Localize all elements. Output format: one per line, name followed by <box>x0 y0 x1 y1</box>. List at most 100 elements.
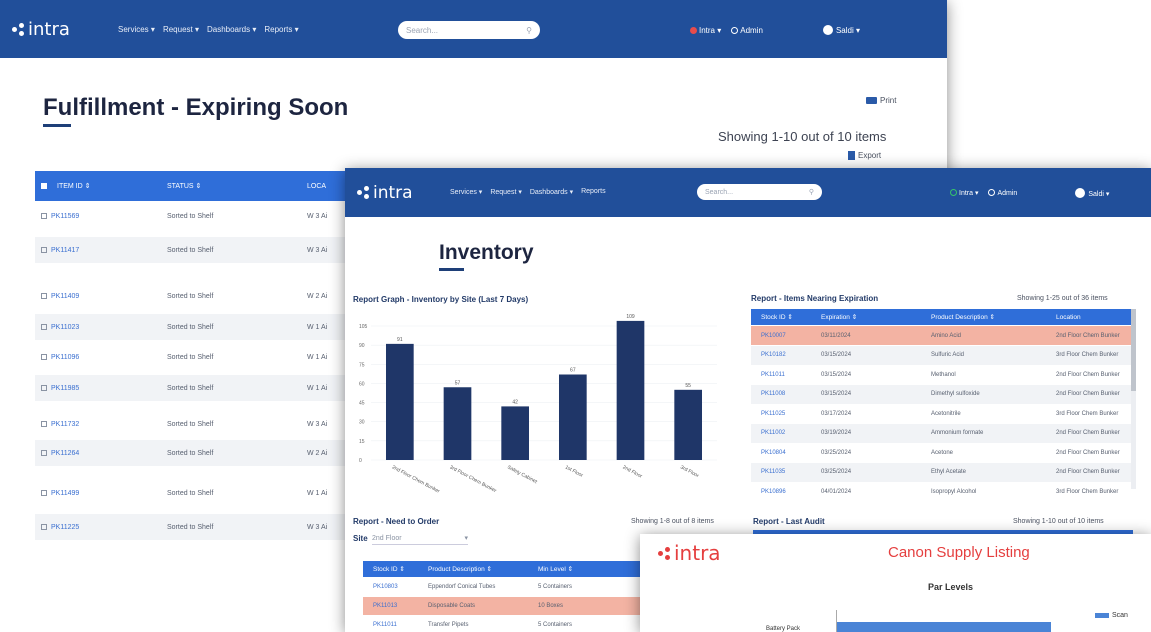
item-id-link[interactable]: PK11023 <box>51 324 167 331</box>
stock-id-link[interactable]: PK11011 <box>761 372 821 378</box>
row-checkbox[interactable] <box>41 450 47 456</box>
expiration-title: Report - Items Nearing Expiration <box>751 294 879 303</box>
chart-bar[interactable] <box>674 389 703 460</box>
table-row[interactable]: PK10182 03/15/2024 Sulfuric Acid 3rd Floor … <box>751 345 1131 365</box>
row-checkbox[interactable] <box>41 247 47 253</box>
stock-id-link[interactable]: PK11025 <box>761 411 821 417</box>
column-header-product[interactable]: Product Description ⇕ <box>428 565 538 573</box>
brand-logo[interactable]: intra <box>12 0 70 58</box>
admin-link[interactable]: Admin <box>731 26 763 35</box>
chart-bar[interactable] <box>443 387 472 460</box>
row-checkbox[interactable] <box>41 524 47 530</box>
table-row[interactable]: PK11732 Sorted to Shelf W 3 Ai <box>35 411 365 437</box>
item-id-link[interactable]: PK11569 <box>51 213 167 220</box>
table-row[interactable]: PK11985 Sorted to Shelf W 1 Ai <box>35 375 365 401</box>
search-icon[interactable]: ⚲ <box>809 188 814 196</box>
column-header-product[interactable]: Product Description ⇕ <box>931 313 1056 321</box>
stock-id-link[interactable]: PK10804 <box>761 450 821 456</box>
column-header-item-id[interactable]: ITEM ID ⇕ <box>57 182 167 190</box>
item-id-link[interactable]: PK11732 <box>51 421 167 428</box>
column-header-expiration[interactable]: Expiration ⇕ <box>821 313 931 321</box>
item-id-link[interactable]: PK11096 <box>51 354 167 361</box>
item-id-link[interactable]: PK11225 <box>51 524 167 531</box>
stock-id-link[interactable]: PK11008 <box>761 391 821 397</box>
chart-bar[interactable] <box>501 406 530 460</box>
table-row[interactable]: PK11409 Sorted to Shelf W 2 Ai <box>35 283 365 309</box>
intra-menu[interactable]: Intra ▾ <box>950 189 978 197</box>
table-row[interactable]: PK11225 Sorted to Shelf W 3 Ai <box>35 514 365 540</box>
row-checkbox[interactable] <box>41 324 47 330</box>
search-icon[interactable]: ⚲ <box>526 26 532 35</box>
table-row[interactable]: PK11499 Sorted to Shelf W 1 Ai <box>35 480 365 506</box>
item-id-link[interactable]: PK11499 <box>51 490 167 497</box>
item-id-link[interactable]: PK11417 <box>51 247 167 254</box>
nav-dashboards[interactable]: Dashboards ▾ <box>530 188 573 196</box>
table-row[interactable]: PK10007 03/11/2024 Amino Acid 2nd Floor Che… <box>751 326 1131 345</box>
stock-id-link[interactable]: PK11011 <box>373 622 428 628</box>
site-select[interactable]: 2nd Floor ▾ <box>372 532 468 545</box>
product-cell: Sulfuric Acid <box>931 352 965 358</box>
user-menu[interactable]: Saldi ▾ <box>822 25 860 35</box>
table-row[interactable]: PK11013 Disposable Coats 10 Boxes <box>363 597 649 615</box>
table-row[interactable]: PK10803 Eppendorf Conical Tubes 5 Containe… <box>363 578 649 596</box>
nav-request[interactable]: Request ▾ <box>163 25 199 34</box>
select-all-checkbox[interactable] <box>41 183 47 189</box>
admin-link[interactable]: Admin <box>988 189 1017 197</box>
row-checkbox[interactable] <box>41 354 47 360</box>
nav-dashboards[interactable]: Dashboards ▾ <box>207 25 256 34</box>
table-row[interactable]: PK11002 03/19/2024 Ammonium formate 2nd Flo… <box>751 423 1131 443</box>
nav-services[interactable]: Services ▾ <box>118 25 155 34</box>
item-id-link[interactable]: PK11985 <box>51 385 167 392</box>
print-button[interactable]: Print <box>866 96 896 105</box>
nav-services[interactable]: Services ▾ <box>450 188 482 196</box>
row-checkbox[interactable] <box>41 385 47 391</box>
status-cell: Sorted to Shelf <box>167 353 214 361</box>
table-row[interactable]: PK11025 03/17/2024 Acetonitrile 3rd Floor C… <box>751 404 1131 423</box>
search-input[interactable]: Search... ⚲ <box>398 21 540 39</box>
user-menu[interactable]: Saldi ▾ <box>1075 188 1109 198</box>
table-row[interactable]: PK11569 Sorted to Shelf W 3 Ai <box>35 203 365 229</box>
chart-bar[interactable] <box>385 343 414 460</box>
table-row[interactable]: PK10804 03/25/2024 Acetone 2nd Floor Chem B… <box>751 443 1131 462</box>
column-header-status[interactable]: STATUS ⇕ <box>167 182 307 190</box>
export-button[interactable]: Export <box>848 151 881 160</box>
product-cell: Methanol <box>931 371 956 378</box>
stock-id-link[interactable]: PK10182 <box>761 352 821 358</box>
table-row[interactable]: PK11417 Sorted to Shelf W 3 Ai <box>35 237 365 263</box>
item-id-link[interactable]: PK11264 <box>51 450 167 457</box>
column-header-location[interactable]: LOCA <box>307 183 326 190</box>
stock-id-link[interactable]: PK11013 <box>373 603 428 609</box>
table-row[interactable]: PK11264 Sorted to Shelf W 2 Ai <box>35 440 365 466</box>
column-header-stock-id[interactable]: Stock ID ⇕ <box>761 313 821 321</box>
nav-request[interactable]: Request ▾ <box>490 188 522 196</box>
nav-reports[interactable]: Reports <box>581 188 606 196</box>
chart-bar[interactable] <box>616 320 645 460</box>
row-checkbox[interactable] <box>41 213 47 219</box>
brand-logo[interactable]: intra <box>357 168 413 217</box>
stock-id-link[interactable]: PK10007 <box>761 333 821 339</box>
column-header-min-level[interactable]: Min Level ⇕ <box>538 565 573 573</box>
brand-logo[interactable]: intra <box>658 536 721 570</box>
item-id-link[interactable]: PK11409 <box>51 293 167 300</box>
stock-id-link[interactable]: PK11035 <box>761 469 821 475</box>
stock-id-link[interactable]: PK10896 <box>761 489 821 495</box>
search-input[interactable]: Search... ⚲ <box>697 184 822 200</box>
chart-bar[interactable] <box>558 374 587 460</box>
table-row[interactable]: PK11011 03/15/2024 Methanol 2nd Floor Chem … <box>751 365 1131 384</box>
stock-id-link[interactable]: PK10803 <box>373 584 428 590</box>
row-checkbox[interactable] <box>41 293 47 299</box>
table-row[interactable]: PK11096 Sorted to Shelf W 1 Ai <box>35 344 365 370</box>
table-row[interactable]: PK11023 Sorted to Shelf W 1 Ai <box>35 314 365 340</box>
column-header-location[interactable]: Location <box>1056 314 1081 321</box>
table-row[interactable]: PK10896 04/01/2024 Isopropyl Alcohol 3rd Fl… <box>751 482 1131 501</box>
stock-id-link[interactable]: PK11002 <box>761 430 821 436</box>
scrollbar[interactable] <box>1131 309 1136 489</box>
nav-reports[interactable]: Reports ▾ <box>264 25 298 34</box>
row-checkbox[interactable] <box>41 490 47 496</box>
table-row[interactable]: PK11035 03/25/2024 Ethyl Acetate 2nd Floor … <box>751 462 1131 482</box>
table-row[interactable]: PK11008 03/15/2024 Dimethyl sulfoxide 2nd F… <box>751 384 1131 404</box>
intra-menu[interactable]: Intra ▾ <box>690 26 721 35</box>
table-row[interactable]: PK11011 Transfer Pipets 5 Containers <box>363 616 649 632</box>
column-header-stock-id[interactable]: Stock ID ⇕ <box>373 565 428 573</box>
row-checkbox[interactable] <box>41 421 47 427</box>
